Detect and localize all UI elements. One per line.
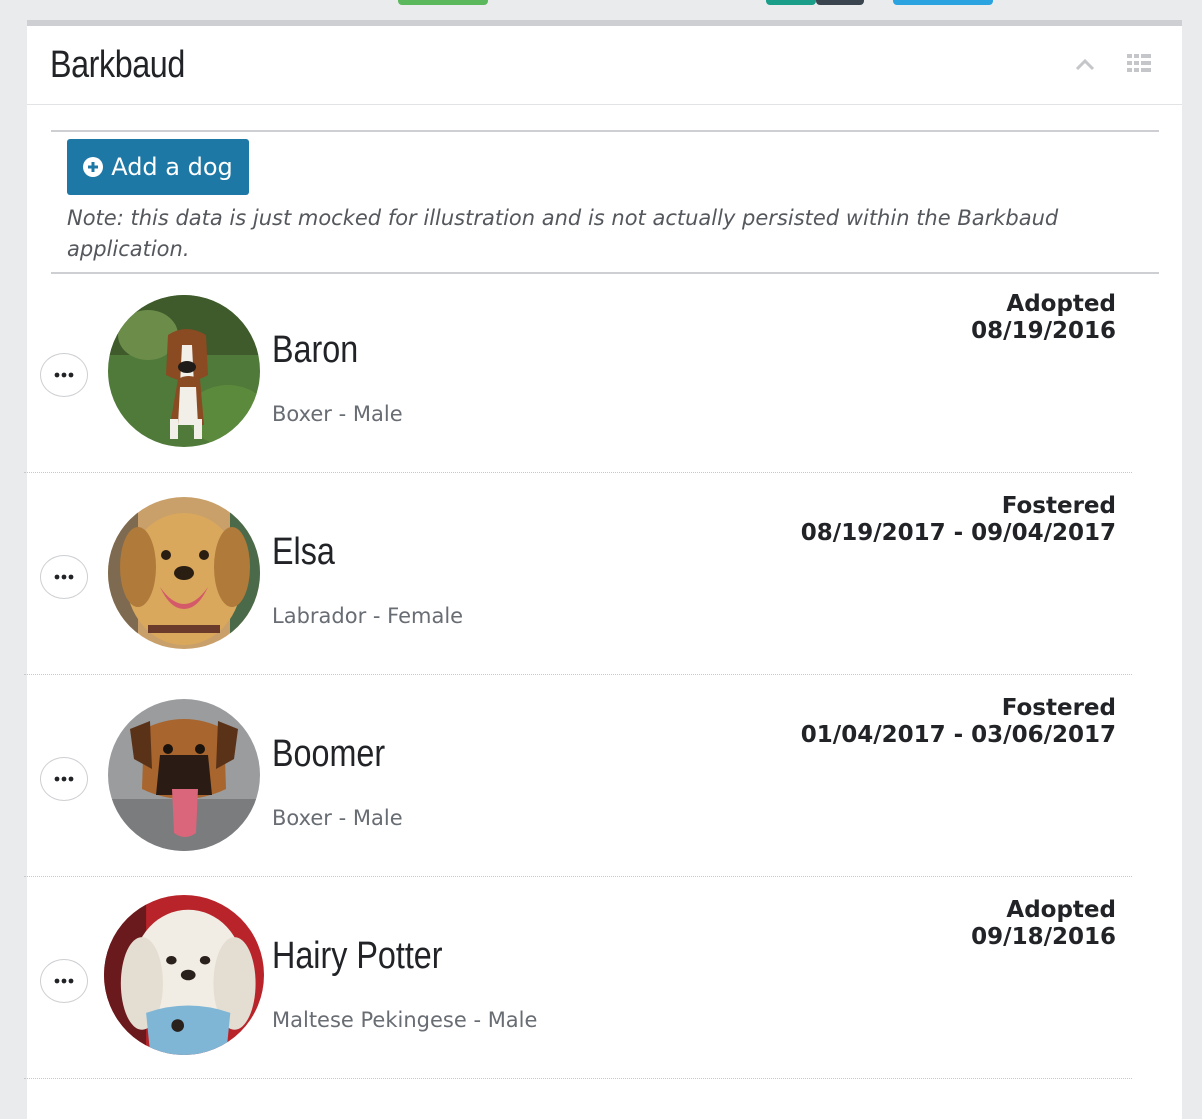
context-menu-button[interactable] bbox=[40, 555, 88, 599]
dog-breed: Labrador - Female bbox=[272, 604, 464, 628]
dog-name: Baron bbox=[272, 329, 359, 371]
list-item: Elsa Labrador - Female Fostered 08/19/20… bbox=[24, 473, 1132, 675]
top-tab-blue[interactable] bbox=[893, 0, 993, 5]
avatar bbox=[104, 895, 264, 1055]
top-tab-dark[interactable] bbox=[816, 0, 864, 5]
top-tab-green[interactable] bbox=[398, 0, 488, 5]
dog-name: Elsa bbox=[272, 531, 335, 573]
status-label: Adopted bbox=[1006, 291, 1116, 317]
status-dates: 08/19/2017 - 09/04/2017 bbox=[800, 520, 1116, 546]
top-tab-teal[interactable] bbox=[766, 0, 816, 5]
status-block: Adopted 09/18/2016 bbox=[971, 897, 1116, 951]
status-block: Fostered 01/04/2017 - 03/06/2017 bbox=[801, 695, 1116, 749]
ellipsis-icon bbox=[54, 776, 74, 782]
avatar bbox=[108, 699, 260, 851]
list-item: Hairy Potter Maltese Pekingese - Male Ad… bbox=[24, 877, 1132, 1079]
chevron-up-icon[interactable] bbox=[1074, 54, 1096, 76]
dog-list: Baron Boxer - Male Adopted 08/19/2016 El bbox=[24, 271, 1132, 1079]
add-dog-label: Add a dog bbox=[111, 153, 233, 181]
context-menu-button[interactable] bbox=[40, 959, 88, 1003]
tile-body: Add a dog Note: this data is just mocked… bbox=[51, 130, 1159, 274]
context-menu-button[interactable] bbox=[40, 757, 88, 801]
dog-name: Hairy Potter bbox=[272, 935, 443, 977]
grid-icon[interactable] bbox=[1127, 54, 1151, 76]
status-label: Fostered bbox=[1001, 493, 1116, 519]
mock-data-note: Note: this data is just mocked for illus… bbox=[67, 206, 1059, 261]
status-dates: 09/18/2016 bbox=[971, 924, 1116, 950]
tile-title: Barkbaud bbox=[50, 44, 185, 86]
status-dates: 01/04/2017 - 03/06/2017 bbox=[800, 722, 1116, 748]
dog-name: Boomer bbox=[272, 733, 386, 775]
avatar bbox=[108, 295, 260, 447]
toolbar-divider bbox=[51, 130, 1159, 132]
tile-header: Barkbaud bbox=[27, 26, 1182, 105]
context-menu-button[interactable] bbox=[40, 353, 88, 397]
status-dates: 08/19/2016 bbox=[971, 318, 1116, 344]
list-item: Baron Boxer - Male Adopted 08/19/2016 bbox=[24, 271, 1132, 473]
ellipsis-icon bbox=[54, 574, 74, 580]
ellipsis-icon bbox=[54, 372, 74, 378]
list-item: Boomer Boxer - Male Fostered 01/04/2017 … bbox=[24, 675, 1132, 877]
avatar bbox=[108, 497, 260, 649]
status-block: Adopted 08/19/2016 bbox=[971, 291, 1116, 345]
ellipsis-icon bbox=[54, 978, 74, 984]
dog-breed: Boxer - Male bbox=[272, 806, 403, 830]
status-label: Fostered bbox=[1001, 695, 1116, 721]
plus-circle-icon bbox=[83, 157, 104, 177]
dog-breed: Boxer - Male bbox=[272, 402, 403, 426]
add-dog-button[interactable]: Add a dog bbox=[67, 139, 249, 195]
dog-breed: Maltese Pekingese - Male bbox=[272, 1008, 538, 1032]
status-block: Fostered 08/19/2017 - 09/04/2017 bbox=[801, 493, 1116, 547]
status-label: Adopted bbox=[1006, 897, 1116, 923]
